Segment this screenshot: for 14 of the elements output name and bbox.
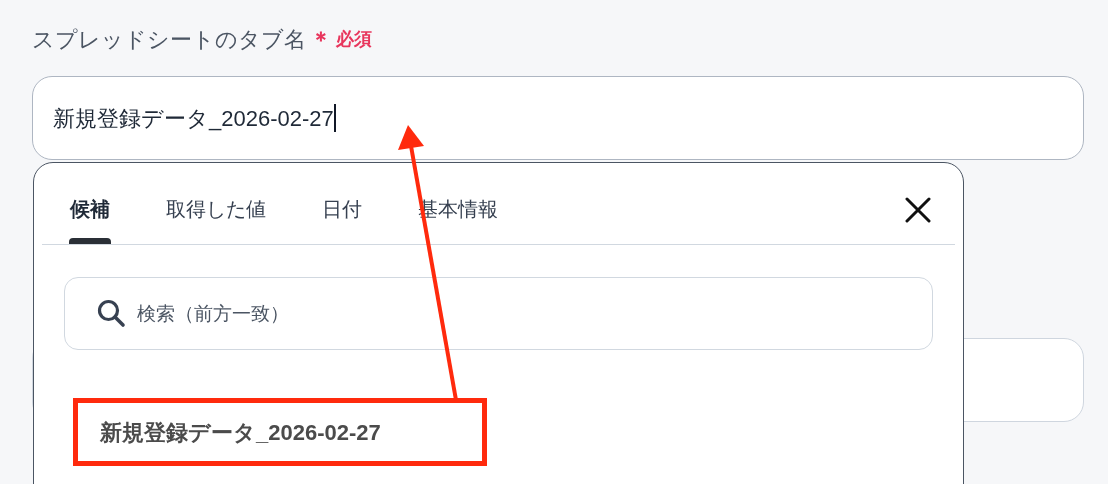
- suggestion-item[interactable]: 新規登録データ_2026-02-27: [100, 415, 381, 449]
- close-button[interactable]: [905, 197, 931, 223]
- tab[interactable]: 日付: [294, 162, 390, 244]
- required-mark: ＊: [310, 25, 332, 54]
- text-cursor: [333, 104, 336, 132]
- close-icon: [905, 197, 931, 223]
- field-value: 新規登録データ_2026-02-27: [53, 104, 334, 133]
- tab[interactable]: 取得した値: [138, 162, 294, 244]
- required-text: 必須: [336, 27, 372, 51]
- search-field[interactable]: 検索（前方一致）: [64, 277, 933, 350]
- field-label: スプレッドシートのタブ名: [32, 25, 306, 54]
- search-icon: [96, 298, 126, 328]
- tab[interactable]: 候補: [42, 162, 138, 244]
- input-field[interactable]: 新規登録データ_2026-02-27: [32, 76, 1084, 160]
